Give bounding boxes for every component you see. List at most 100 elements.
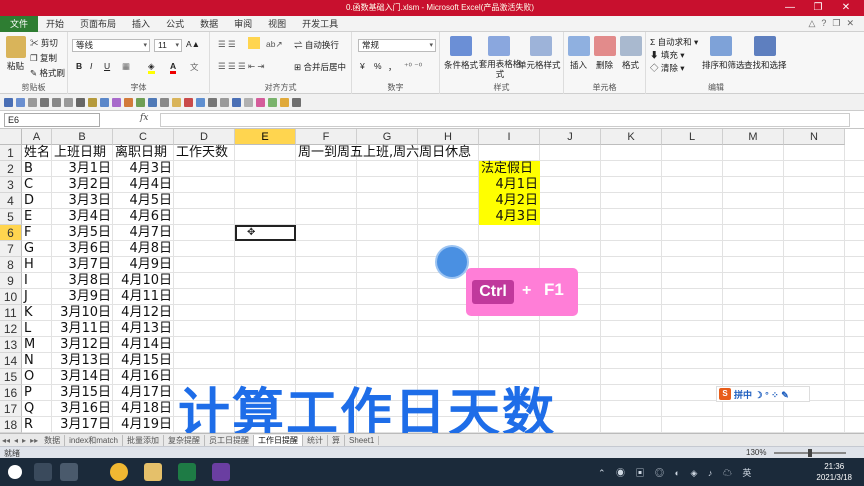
wrap-text-button[interactable]: ⇌ 自动换行 [294,39,339,51]
border-icon[interactable]: ▦ [122,61,130,72]
find-select-icon[interactable] [754,36,776,56]
column-header-m[interactable]: M [723,129,784,145]
cell-name[interactable]: R [22,417,52,433]
format-cells-icon[interactable] [620,36,642,56]
cell-start-date[interactable]: 3月11日 [52,321,113,337]
align-toolbar-icon[interactable] [40,97,49,107]
column-header-i[interactable]: I [479,129,540,145]
merge-toolbar-icon[interactable] [160,97,169,107]
customize-toolbar-icon[interactable] [292,97,301,107]
cell-end-date[interactable]: 4月6日 [113,209,174,225]
cell-holiday-date[interactable]: 4月2日 [479,193,540,209]
cell-name[interactable]: K [22,305,52,321]
redo-icon[interactable] [28,97,37,107]
fill-button[interactable]: ⬇ 填充 ▾ [650,49,685,61]
cell-start-date[interactable]: 3月6日 [52,241,113,257]
task-view-icon[interactable] [60,463,78,481]
orientation-icon[interactable]: ab↗ [266,39,283,50]
cell-end-date[interactable]: 4月12日 [113,305,174,321]
cell-start-date[interactable]: 3月15日 [52,385,113,401]
sheet-tab[interactable]: 复杂提醒 [164,434,206,446]
active-cell-selection[interactable]: ✥ [235,225,296,241]
row-header-14[interactable]: 14 [0,353,22,369]
chart-toolbar-icon[interactable] [112,97,121,107]
sheet-tab[interactable]: 批量添加 [123,434,165,446]
number-format-select[interactable]: 常规 [358,39,436,52]
style-toolbar-icon[interactable] [172,97,181,107]
center-toolbar-icon[interactable] [52,97,61,107]
insert-toolbar-icon[interactable] [196,97,205,107]
sheet-tab[interactable]: 统计 [303,434,329,446]
start-icon[interactable] [8,465,22,479]
row-header-1[interactable]: 1 [0,145,22,161]
insert-cells-button[interactable]: 插入 [570,59,587,71]
decimal-icon[interactable]: ⁺⁰ ⁻⁰ [404,61,422,72]
font-size-select[interactable]: 11 [154,39,182,52]
delete-toolbar-icon[interactable] [184,97,193,107]
font-color-button[interactable]: A [170,61,177,74]
cell-name[interactable]: I [22,273,52,289]
row-header-8[interactable]: 8 [0,257,22,273]
close-button[interactable]: ✕ [832,0,860,16]
tab-home[interactable]: 开始 [38,16,72,32]
next-sheet-button[interactable]: ▸ [20,436,28,445]
bold-button[interactable]: B [76,61,82,71]
cell-end-date[interactable]: 4月13日 [113,321,174,337]
row-header-7[interactable]: 7 [0,241,22,257]
grow-font-button[interactable]: A▲ [186,39,200,49]
format-table-button[interactable]: 套用表格格式 [478,59,522,79]
tab-formulas[interactable]: 公式 [158,16,192,32]
cell-f1[interactable]: 周一到周五上班,周六周日休息 [296,145,496,161]
recorder-icon[interactable] [212,463,230,481]
column-header-h[interactable]: H [418,129,479,145]
cell-styles-icon[interactable] [530,36,552,56]
italic-button[interactable]: I [90,61,92,71]
cell-end-date[interactable]: 4月10日 [113,273,174,289]
last-sheet-button[interactable]: ▸▸ [28,436,40,445]
search-icon[interactable] [34,463,52,481]
cell-name[interactable]: G [22,241,52,257]
tab-data[interactable]: 数据 [192,16,226,32]
freeze-toolbar-icon[interactable] [208,97,217,107]
cell-start-date[interactable]: 3月7日 [52,257,113,273]
row-header-17[interactable]: 17 [0,401,22,417]
help-icon[interactable]: ? [821,18,826,29]
column-header-j[interactable]: J [540,129,601,145]
zoom-toolbar-icon[interactable] [220,97,229,107]
macro-toolbar-icon[interactable] [232,97,241,107]
file-explorer-icon[interactable] [144,463,162,481]
ime-status[interactable]: 拼中 ☽ ° ⁘ ✎ [734,388,789,401]
cell-start-date[interactable]: 3月10日 [52,305,113,321]
column-header-l[interactable]: L [662,129,723,145]
row-header-5[interactable]: 5 [0,209,22,225]
format-painter-button[interactable]: ✎ 格式刷 [30,67,65,79]
column-header-a[interactable]: A [22,129,52,145]
cell-start-date[interactable]: 3月16日 [52,401,113,417]
cell-end-date[interactable]: 4月5日 [113,193,174,209]
cell-name[interactable]: L [22,321,52,337]
tab-file[interactable]: 文件 [0,15,39,32]
cell-holiday-date[interactable]: 4月1日 [479,177,540,193]
underline-button[interactable]: U [104,61,110,71]
row-header-15[interactable]: 15 [0,369,22,385]
cell-holiday-date[interactable]: 4月3日 [479,209,540,225]
cell-c1[interactable]: 离职日期 [113,145,174,161]
column-header-d[interactable]: D [174,129,235,145]
cell-end-date[interactable]: 4月15日 [113,353,174,369]
align-bottom-icon[interactable] [248,37,260,49]
cell-start-date[interactable]: 3月9日 [52,289,113,305]
align-top-icon[interactable]: ☰ ☰ [218,39,236,50]
browser-icon[interactable] [110,463,128,481]
column-header-f[interactable]: F [296,129,357,145]
row-header-10[interactable]: 10 [0,289,22,305]
cell-end-date[interactable]: 4月8日 [113,241,174,257]
print-toolbar-icon[interactable] [244,97,253,107]
ribbon-collapse-icon[interactable]: △ [808,18,815,29]
cell-end-date[interactable]: 4月3日 [113,161,174,177]
cell-start-date[interactable]: 3月4日 [52,209,113,225]
merge-center-button[interactable]: ⊞ 合并后居中 [294,61,346,73]
sheet-tab-active[interactable]: 工作日提醒 [254,434,304,446]
cell-name[interactable]: N [22,353,52,369]
column-header-c[interactable]: C [113,129,174,145]
zoom-level[interactable]: 130% [746,448,766,457]
